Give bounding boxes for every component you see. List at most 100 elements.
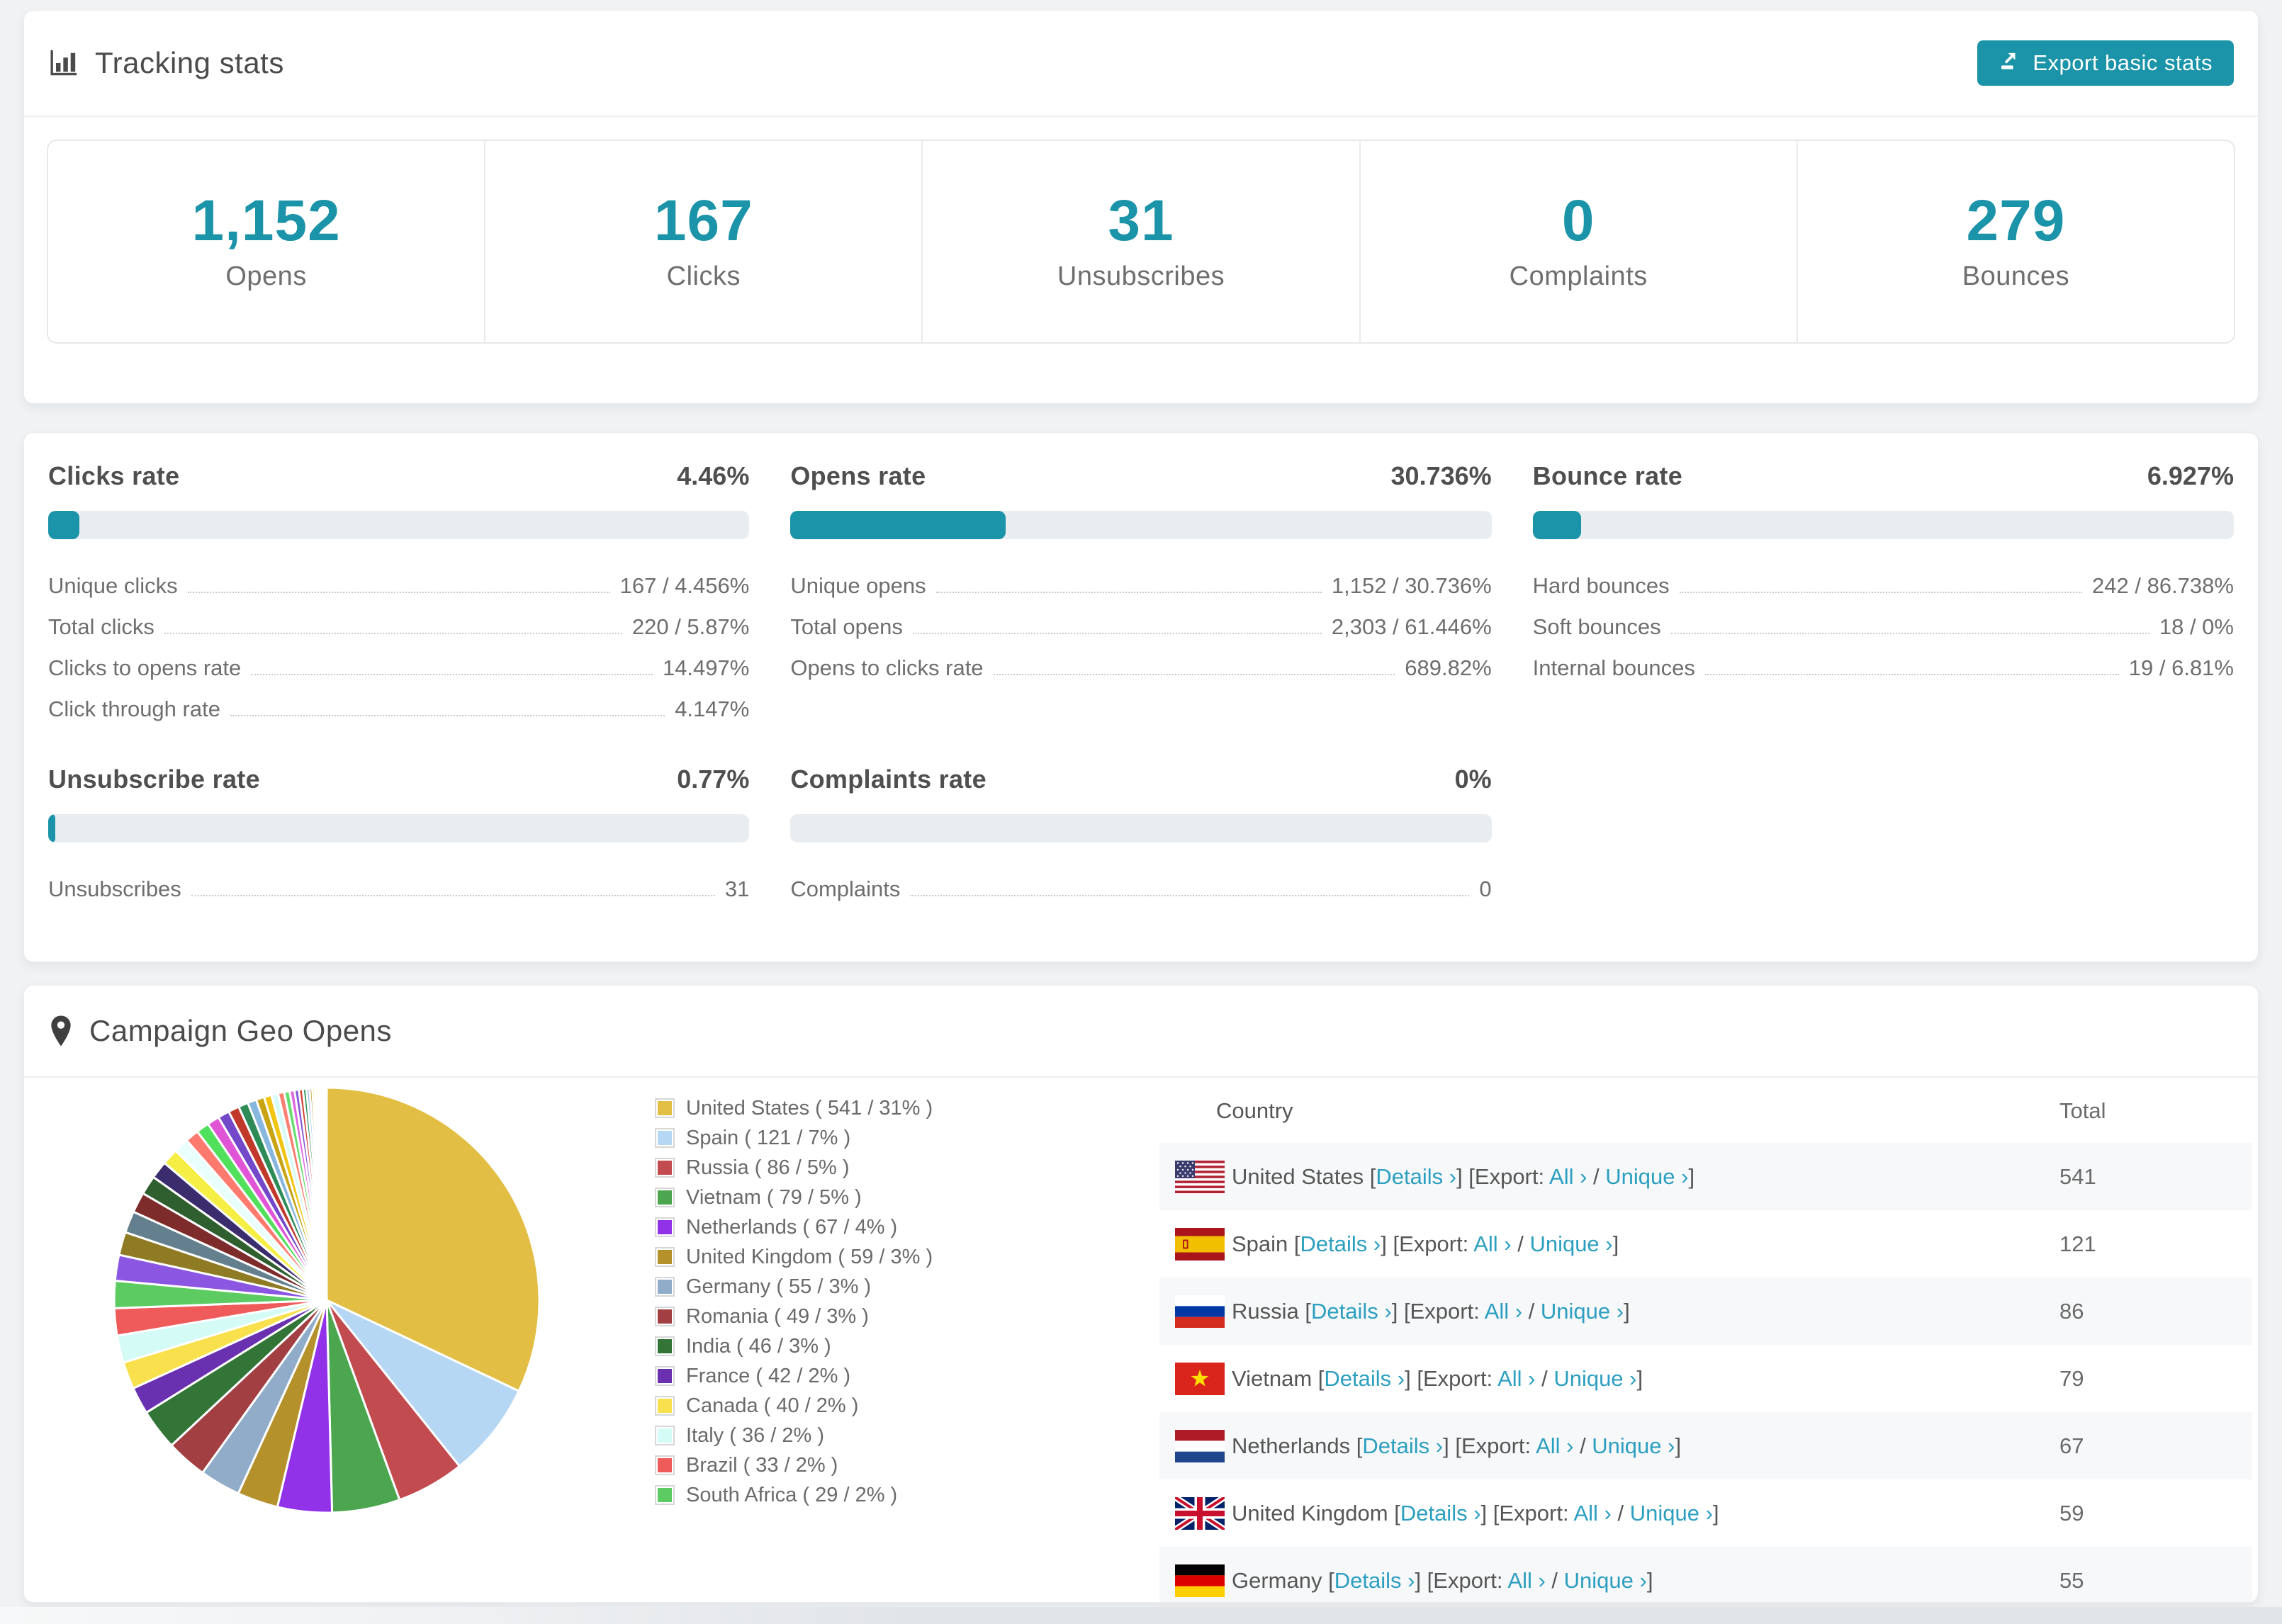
rate-detail-value: 19 / 6.81%	[2128, 655, 2234, 680]
legend-label: Russia ( 86 / 5% )	[686, 1156, 850, 1179]
geo-table-row: Germany [Details ›] [Export: All › / Uni…	[1159, 1547, 2252, 1602]
rate-title: Opens rate	[790, 461, 926, 490]
stat-value: 167	[653, 188, 753, 253]
rate-head: Clicks rate 4.46%	[48, 461, 749, 491]
dotted-leader	[912, 633, 1322, 634]
legend-swatch	[655, 1098, 675, 1118]
export-unique-link[interactable]: Unique ›	[1541, 1299, 1624, 1324]
legend-item[interactable]: Canada ( 40 / 2% )	[655, 1391, 933, 1421]
legend-item[interactable]: Spain ( 121 / 7% )	[655, 1123, 933, 1153]
summary-stats-row: 1,152 Opens 167 Clicks 31 Unsubscribes 0…	[47, 140, 2235, 344]
legend-swatch	[655, 1396, 675, 1416]
details-link[interactable]: Details ›	[1376, 1164, 1456, 1189]
dotted-leader	[164, 633, 622, 634]
export-unique-link[interactable]: Unique ›	[1529, 1231, 1612, 1256]
rate-progress-fill	[48, 814, 55, 842]
legend-item[interactable]: Germany ( 55 / 3% )	[655, 1272, 933, 1302]
legend-swatch	[655, 1455, 675, 1475]
tracking-stats-page: Tracking stats Export basic stats 1,152 …	[0, 0, 2282, 1624]
rate-progress-track	[48, 814, 750, 842]
rate-detail-row: Unique opens 1,152 / 30.736%	[790, 560, 1491, 602]
stat-value: 31	[1108, 188, 1174, 253]
rate-block: Unsubscribe rate 0.77% Unsubscribes 31	[48, 765, 750, 905]
export-basic-stats-button[interactable]: Export basic stats	[1977, 40, 2234, 86]
legend-item[interactable]: India ( 46 / 3% )	[655, 1331, 933, 1361]
rate-detail-label: Unsubscribes	[48, 876, 181, 901]
legend-item[interactable]: Romania ( 49 / 3% )	[655, 1302, 933, 1331]
legend-item[interactable]: South Africa ( 29 / 2% )	[655, 1480, 933, 1510]
legend-item[interactable]: Vietnam ( 79 / 5% )	[655, 1183, 933, 1212]
country-name: United Kingdom	[1232, 1500, 1388, 1526]
pie-slice-other[interactable]	[325, 1086, 328, 1302]
legend-swatch	[655, 1217, 675, 1237]
rate-rows: Unique clicks 167 / 4.456% Total clicks …	[48, 560, 749, 725]
rate-block: Complaints rate 0% Complaints 0	[790, 765, 1492, 905]
legend-swatch	[655, 1336, 675, 1356]
rate-detail-label: Unique clicks	[48, 573, 178, 598]
legend-swatch	[655, 1158, 675, 1178]
stat-card-clicks: 167 Clicks	[485, 141, 923, 342]
legend-label: United States ( 541 / 31% )	[686, 1096, 933, 1120]
export-unique-link[interactable]: Unique ›	[1564, 1568, 1647, 1593]
country-cell: Vietnam [Details ›] [Export: All › / Uni…	[1232, 1365, 1643, 1391]
export-unique-link[interactable]: Unique ›	[1592, 1433, 1675, 1458]
legend-item[interactable]: Italy ( 36 / 2% )	[655, 1421, 933, 1450]
export-all-link[interactable]: All ›	[1536, 1433, 1573, 1458]
dotted-leader	[993, 674, 1395, 675]
geo-table-row: Spain [Details ›] [Export: All › / Uniqu…	[1159, 1210, 2252, 1278]
rate-title: Unsubscribe rate	[48, 765, 260, 794]
legend-swatch	[655, 1188, 675, 1207]
legend-label: Germany ( 55 / 3% )	[686, 1275, 872, 1298]
legend-label: Vietnam ( 79 / 5% )	[686, 1185, 862, 1209]
rate-rows: Unsubscribes 31	[48, 864, 749, 905]
geo-table-row: United Kingdom [Details ›] [Export: All …	[1159, 1479, 2252, 1547]
legend-item[interactable]: France ( 42 / 2% )	[655, 1361, 933, 1391]
geo-pie-chart[interactable]	[107, 1081, 546, 1520]
export-unique-link[interactable]: Unique ›	[1553, 1366, 1636, 1391]
nl-flag-icon	[1175, 1429, 1232, 1462]
us-flag-icon	[1175, 1160, 1232, 1193]
rate-detail-value: 0	[1479, 876, 1492, 901]
export-all-link[interactable]: All ›	[1507, 1568, 1545, 1593]
rate-detail-label: Opens to clicks rate	[790, 655, 984, 680]
stat-card-complaints: 0 Complaints	[1361, 141, 1798, 342]
export-all-link[interactable]: All ›	[1573, 1501, 1611, 1526]
total-cell: 79	[2059, 1365, 2084, 1391]
country-cell: United States [Details ›] [Export: All ›…	[1232, 1163, 1695, 1189]
legend-label: United Kingdom ( 59 / 3% )	[686, 1245, 933, 1268]
page-title: Tracking stats	[48, 46, 284, 80]
stat-value: 1,152	[191, 188, 341, 253]
country-name: Russia	[1232, 1298, 1299, 1324]
rate-detail-row: Unique clicks 167 / 4.456%	[48, 560, 749, 602]
legend-item[interactable]: United States ( 541 / 31% )	[655, 1093, 933, 1123]
rate-value: 4.46%	[677, 461, 750, 490]
details-link[interactable]: Details ›	[1362, 1433, 1443, 1458]
legend-item[interactable]: United Kingdom ( 59 / 3% )	[655, 1242, 933, 1272]
details-link[interactable]: Details ›	[1300, 1231, 1381, 1256]
export-unique-link[interactable]: Unique ›	[1605, 1164, 1688, 1189]
details-link[interactable]: Details ›	[1334, 1568, 1415, 1593]
legend-item[interactable]: Brazil ( 33 / 2% )	[655, 1450, 933, 1480]
legend-item[interactable]: Netherlands ( 67 / 4% )	[655, 1212, 933, 1242]
export-all-link[interactable]: All ›	[1549, 1164, 1587, 1189]
export-unique-link[interactable]: Unique ›	[1630, 1501, 1713, 1526]
rate-detail-label: Click through rate	[48, 697, 220, 721]
export-all-link[interactable]: All ›	[1473, 1231, 1511, 1256]
details-link[interactable]: Details ›	[1311, 1299, 1392, 1324]
rate-detail-value: 242 / 86.738%	[2092, 573, 2234, 598]
legend-item[interactable]: Russia ( 86 / 5% )	[655, 1153, 933, 1183]
rate-detail-row: Total clicks 220 / 5.87%	[48, 602, 749, 643]
legend-swatch	[655, 1366, 675, 1386]
total-cell: 86	[2059, 1298, 2084, 1324]
rate-value: 30.736%	[1390, 461, 1492, 490]
details-link[interactable]: Details ›	[1324, 1366, 1405, 1391]
rate-detail-label: Soft bounces	[1532, 614, 1661, 639]
tracking-stats-card: Tracking stats Export basic stats 1,152 …	[23, 10, 2259, 404]
legend-label: France ( 42 / 2% )	[686, 1364, 851, 1387]
es-flag-icon	[1175, 1227, 1232, 1261]
rate-progress-track	[48, 511, 750, 539]
export-all-link[interactable]: All ›	[1497, 1366, 1535, 1391]
stat-label: Opens	[225, 261, 307, 291]
export-all-link[interactable]: All ›	[1485, 1299, 1522, 1324]
details-link[interactable]: Details ›	[1400, 1501, 1481, 1526]
